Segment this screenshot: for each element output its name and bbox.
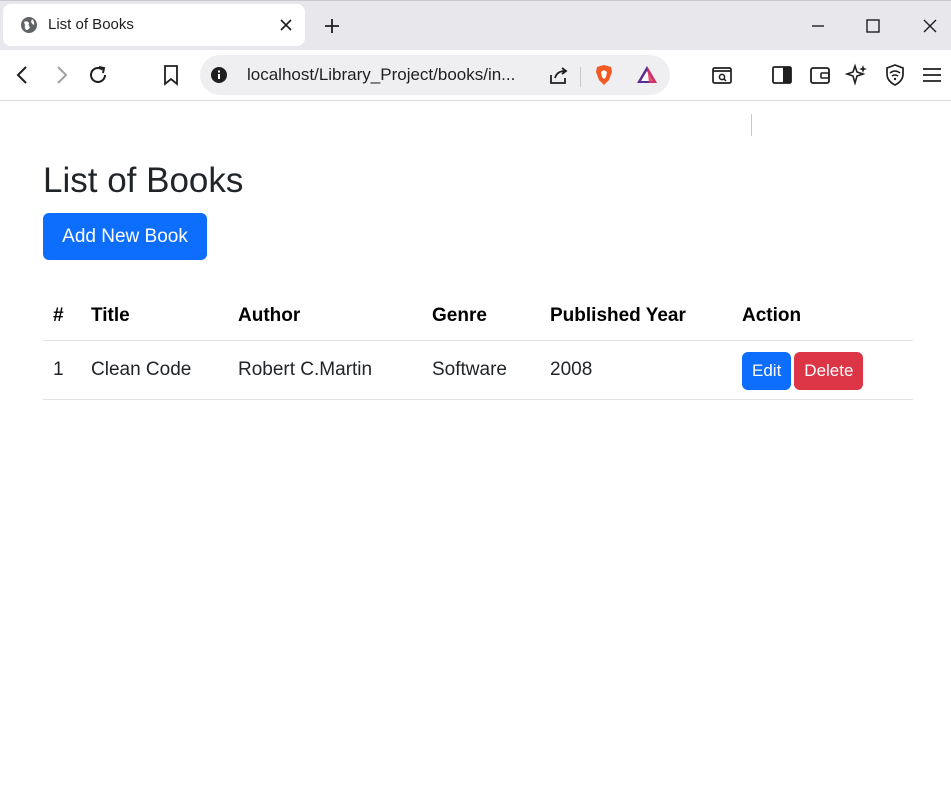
column-header-title: Title xyxy=(81,292,228,341)
book-year-cell: 2008 xyxy=(540,340,732,400)
book-action-cell: Edit Delete xyxy=(732,340,913,400)
menu-icon[interactable] xyxy=(920,63,944,87)
vpn-shield-icon[interactable] xyxy=(883,63,907,87)
wallet-icon[interactable] xyxy=(808,63,832,87)
forward-icon[interactable] xyxy=(49,63,73,87)
maximize-icon[interactable] xyxy=(861,14,885,38)
books-table: # Title Author Genre Published Year Acti… xyxy=(43,292,913,400)
omnibox-divider xyxy=(580,67,581,87)
globe-icon xyxy=(21,17,37,33)
column-header-number: # xyxy=(43,292,81,341)
new-tab-icon[interactable] xyxy=(320,14,344,38)
back-icon[interactable] xyxy=(11,63,35,87)
leo-ai-icon[interactable] xyxy=(845,63,869,87)
close-tab-icon[interactable] xyxy=(277,16,295,34)
book-author-cell: Robert C.Martin xyxy=(228,340,422,400)
toolbar-divider xyxy=(751,114,752,136)
sidebar-icon[interactable] xyxy=(770,63,794,87)
browser-tab[interactable]: List of Books xyxy=(3,4,305,46)
site-info-icon[interactable] xyxy=(210,66,228,84)
delete-button[interactable]: Delete xyxy=(794,351,864,390)
book-id-cell: 1 xyxy=(43,340,81,400)
page-title: List of Books xyxy=(43,161,244,200)
add-new-book-button[interactable]: Add New Book xyxy=(43,213,207,260)
tab-title: List of Books xyxy=(48,16,134,33)
column-header-published-year: Published Year xyxy=(540,292,732,341)
edit-button[interactable]: Edit xyxy=(742,351,792,390)
minimize-icon[interactable] xyxy=(806,14,830,38)
close-window-icon[interactable] xyxy=(918,14,942,38)
column-header-author: Author xyxy=(228,292,422,341)
browser-toolbar: localhost/Library_Project/books/in... xyxy=(0,50,951,136)
url-text[interactable]: localhost/Library_Project/books/in... xyxy=(247,65,515,85)
column-header-genre: Genre xyxy=(422,292,540,341)
column-header-action: Action xyxy=(732,292,913,341)
brave-shields-icon[interactable] xyxy=(592,63,616,87)
book-genre-cell: Software xyxy=(422,340,540,400)
browser-tabstrip: List of Books xyxy=(0,0,951,50)
share-icon[interactable] xyxy=(547,63,571,87)
table-row: 1 Clean Code Robert C.Martin Software 20… xyxy=(43,340,913,400)
table-header-row: # Title Author Genre Published Year Acti… xyxy=(43,292,913,341)
reader-mode-icon[interactable] xyxy=(710,63,734,87)
book-title-cell: Clean Code xyxy=(81,340,228,400)
reload-icon[interactable] xyxy=(86,63,110,87)
address-bar[interactable]: localhost/Library_Project/books/in... xyxy=(200,55,670,95)
bookmark-icon[interactable] xyxy=(159,63,183,87)
brave-rewards-icon[interactable] xyxy=(635,63,659,87)
